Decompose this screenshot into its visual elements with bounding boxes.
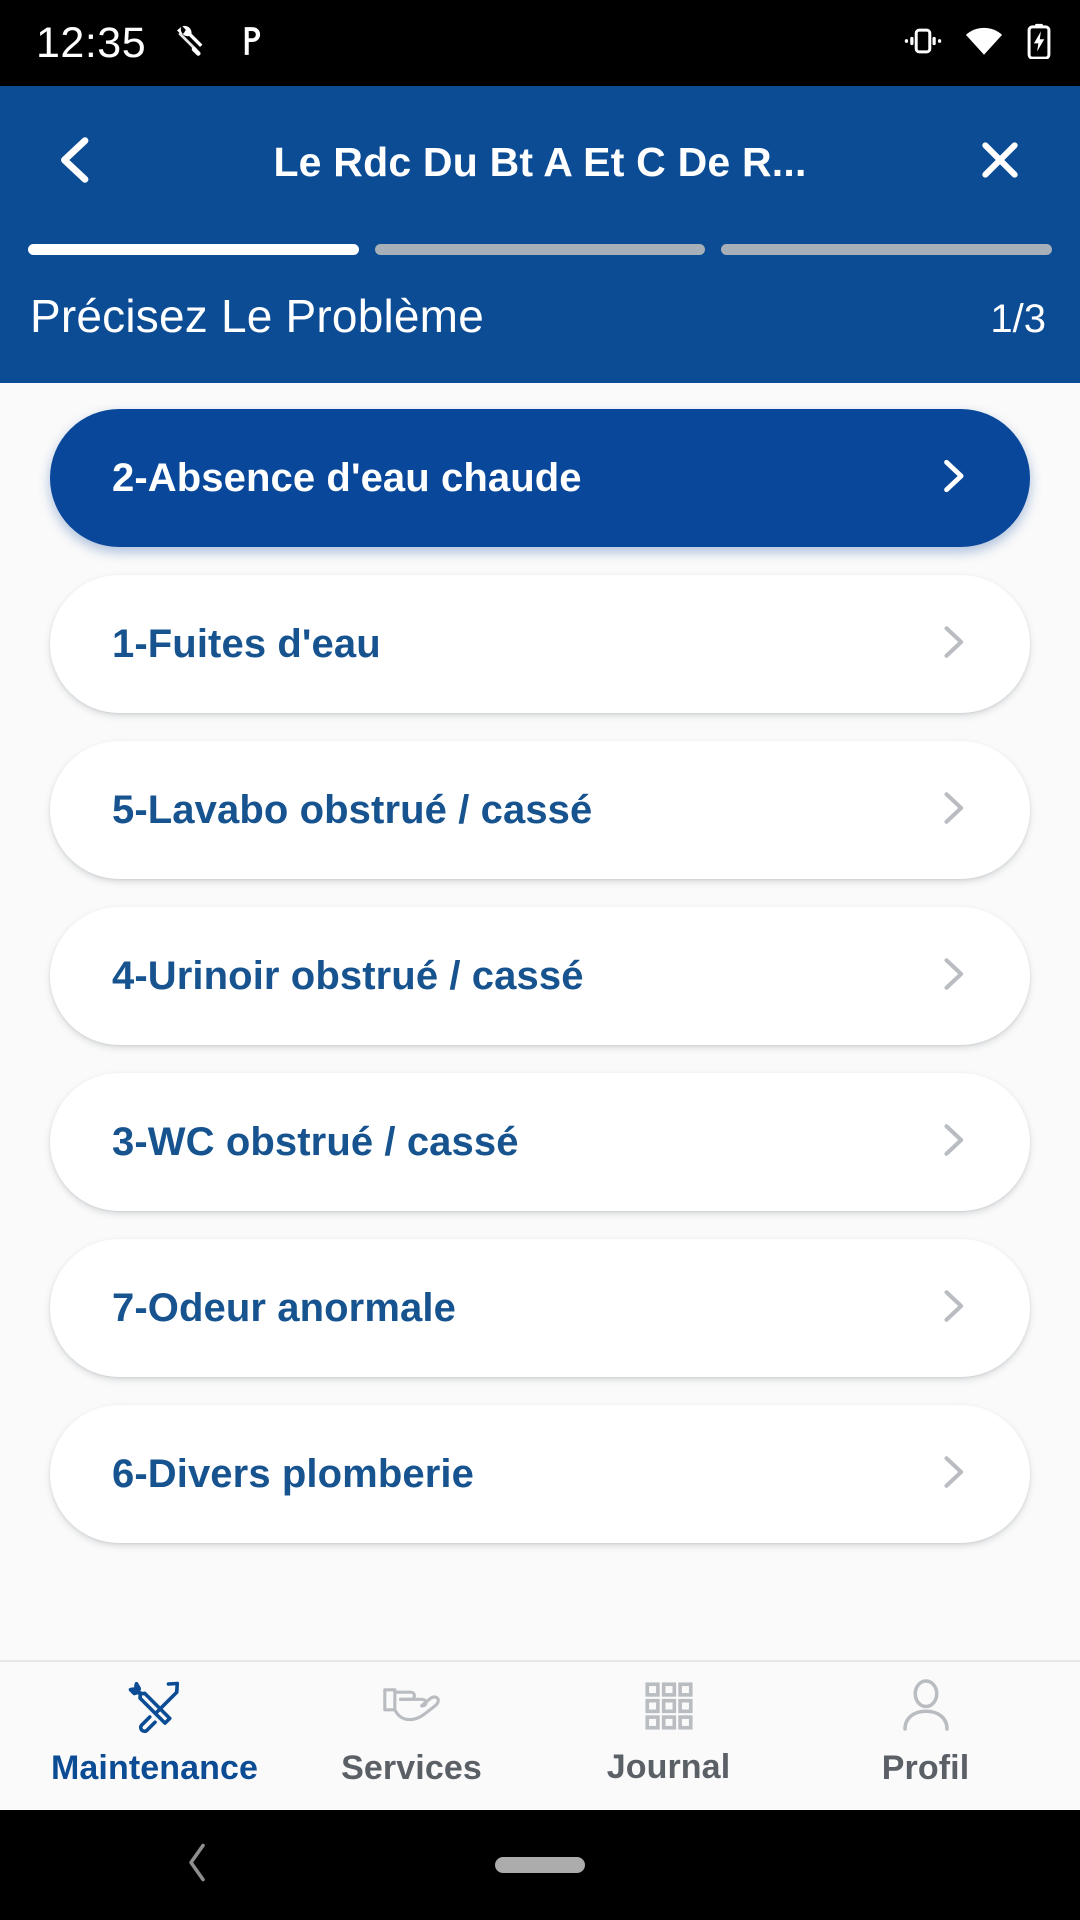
progress-segment-1 [28,244,359,255]
nav-item-services[interactable]: Services [283,1676,540,1788]
status-bar-right [904,23,1052,64]
status-bar: 12:35 [0,0,1080,86]
parking-p-icon [234,23,268,64]
chevron-right-icon [930,620,974,669]
android-home-pill[interactable] [495,1857,585,1873]
nav-item-maintenance[interactable]: Maintenance [26,1676,283,1788]
close-button[interactable] [964,126,1036,198]
nav-item-profil[interactable]: Profil [797,1676,1054,1788]
list-item-label: 1-Fuites d'eau [112,621,381,666]
chevron-right-icon [930,786,974,835]
android-back-icon[interactable] [180,1841,214,1890]
battery-charging-icon [1026,23,1052,64]
wrench-icon [172,23,208,64]
android-system-nav [0,1810,1080,1920]
page-title: Le Rdc Du Bt A Et C De R... [273,138,807,185]
nav-label-services: Services [341,1749,482,1787]
grid-icon [640,1677,698,1740]
status-clock: 12:35 [36,18,147,67]
back-button[interactable] [40,126,112,198]
nav-label-maintenance: Maintenance [50,1749,259,1787]
list-item-label: 3-WC obstrué / cassé [112,1119,519,1164]
list-item-label: 5-Lavabo obstrué / cassé [112,787,593,832]
app-root: 12:35 Le Rdc Du Bt A Et C De R... Précis… [0,0,1080,1920]
chevron-right-icon [930,1284,974,1333]
list-item-label: 4-Urinoir obstrué / cassé [112,953,584,998]
list-item[interactable]: 3-WC obstrué / cassé [50,1073,1030,1211]
list-item[interactable]: 4-Urinoir obstrué / cassé [50,907,1030,1045]
list-item[interactable]: 5-Lavabo obstrué / cassé [50,741,1030,879]
step-progress-bar [0,244,1080,255]
bottom-navigation: Maintenance Services Journal Profil [0,1660,1080,1810]
list-item[interactable]: 2-Absence d'eau chaude [50,409,1030,547]
problem-list: 2-Absence d'eau chaude 1-Fuites d'eau 5-… [0,383,1080,1660]
step-label: Précisez Le Problème [30,290,484,342]
list-item-label: 7-Odeur anormale [112,1285,456,1330]
progress-segment-2 [374,244,706,255]
page-header: Le Rdc Du Bt A Et C De R... Précisez Le … [0,86,1080,383]
nav-item-journal[interactable]: Journal [540,1677,797,1787]
step-counter: 1/3 [990,297,1046,341]
chevron-left-icon [45,129,107,196]
status-bar-left: 12:35 [36,18,268,67]
list-item[interactable]: 6-Divers plomberie [50,1405,1030,1543]
header-top-row: Le Rdc Du Bt A Et C De R... [0,86,1080,238]
list-item-label: 2-Absence d'eau chaude [112,455,582,500]
list-item[interactable]: 1-Fuites d'eau [50,575,1030,713]
close-icon [973,133,1027,192]
list-item-label: 6-Divers plomberie [112,1451,474,1496]
person-icon [896,1676,956,1741]
step-header: Précisez Le Problème 1/3 [0,255,1080,377]
chevron-right-icon [930,454,974,503]
chevron-right-icon [930,1118,974,1167]
chevron-right-icon [930,1450,974,1499]
nav-label-profil: Profil [881,1749,970,1787]
hand-icon [381,1676,443,1741]
tools-icon [125,1676,185,1741]
vibrate-icon [904,24,942,63]
nav-label-journal: Journal [606,1748,731,1786]
wifi-icon [964,25,1004,62]
progress-segment-3 [721,244,1053,255]
chevron-right-icon [930,952,974,1001]
list-item[interactable]: 7-Odeur anormale [50,1239,1030,1377]
